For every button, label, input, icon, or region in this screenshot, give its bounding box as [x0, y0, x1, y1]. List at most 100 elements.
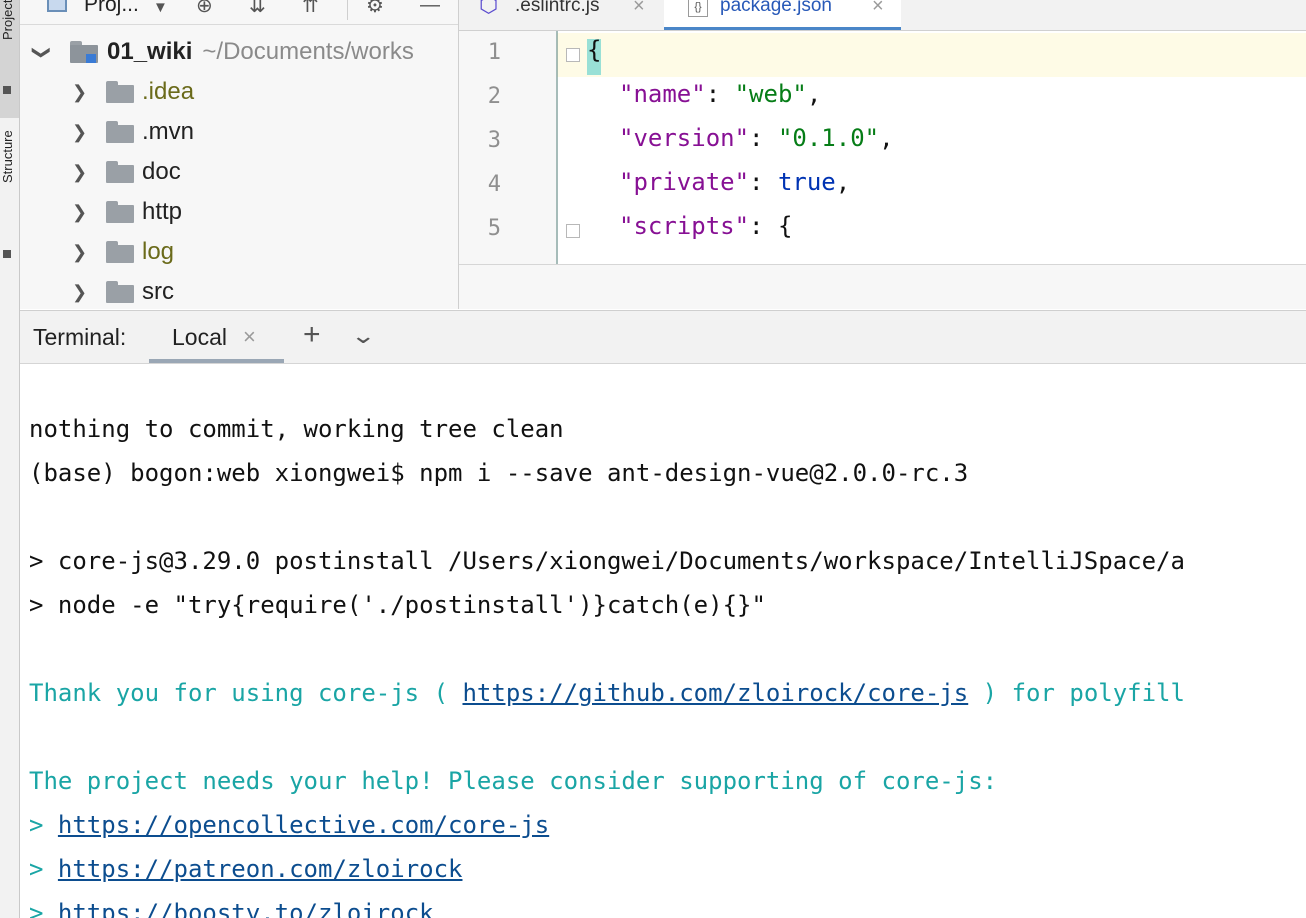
project-view-icon	[47, 0, 67, 12]
project-toolbar: Proj... ▼ ⊕ ⇊ ⇈ ⚙ —	[20, 0, 458, 25]
module-folder-icon	[70, 41, 98, 63]
tree-item[interactable]: ❯ .idea	[20, 72, 458, 112]
expand-all-icon[interactable]: ⇊	[249, 0, 266, 17]
support-line: > https://patreon.com/zloirock	[29, 855, 462, 883]
chevron-right-icon[interactable]: ❯	[72, 282, 87, 303]
json-value: {	[777, 212, 793, 240]
terminal-panel: Terminal: Local × + ⌄ nothing to commit,…	[20, 310, 1306, 918]
code-line: "private": true,	[619, 168, 850, 196]
tree-item-label: .mvn	[142, 118, 195, 145]
tool-window-strip: Project Structure	[0, 0, 20, 918]
folder-icon	[106, 81, 134, 103]
json-key: "name"	[619, 80, 706, 108]
code-open-brace: {	[587, 36, 602, 64]
tree-item-label: http	[142, 198, 183, 225]
boosty-link[interactable]: https://boosty.to/zloirock	[58, 899, 434, 918]
json-colon: :	[749, 212, 778, 240]
toolbar-divider	[347, 0, 348, 20]
project-panel: Proj... ▼ ⊕ ⇊ ⇈ ⚙ — ❯ 01_wiki ~/Documents…	[20, 0, 459, 309]
folder-icon	[106, 281, 134, 303]
code-line: "name": "web",	[619, 80, 821, 108]
json-comma: ,	[806, 80, 822, 108]
hide-panel-icon[interactable]: —	[420, 0, 440, 16]
tab-eslintrc[interactable]: ⬡ .eslintrc.js ×	[459, 0, 664, 30]
opencollective-link[interactable]: https://opencollective.com/core-js	[58, 811, 549, 839]
chevron-down-icon[interactable]: ❯	[31, 44, 52, 59]
patreon-link[interactable]: https://patreon.com/zloirock	[58, 855, 463, 883]
fold-marker-icon[interactable]	[566, 224, 580, 238]
terminal-line: > node -e "try{require('./postinstall')}…	[29, 591, 766, 619]
line-number: 3	[487, 128, 501, 153]
chevron-down-icon[interactable]: ⌄	[350, 323, 376, 349]
tab-package-json[interactable]: {} package.json ×	[664, 0, 901, 30]
new-terminal-plus-icon[interactable]: +	[303, 318, 321, 352]
editor-area: ⬡ .eslintrc.js × {} package.json × 1 2 3 4 5…	[459, 0, 1306, 309]
support-prompt: >	[29, 855, 58, 883]
terminal-tab-local[interactable]: Local ×	[149, 311, 284, 363]
tree-item[interactable]: ❯ http	[20, 192, 458, 232]
json-file-icon: {}	[688, 0, 708, 17]
close-icon[interactable]: ×	[243, 324, 256, 350]
terminal-line: (base) bogon:web xiongwei$ npm i --save …	[29, 459, 969, 487]
support-line: > https://opencollective.com/core-js	[29, 811, 549, 839]
terminal-tab-label: Local	[172, 324, 227, 350]
tree-root-row[interactable]: ❯ 01_wiki ~/Documents/works	[20, 32, 458, 72]
project-tool-tab[interactable]: Project	[0, 0, 19, 118]
chevron-right-icon[interactable]: ❯	[72, 162, 87, 183]
root-folder-name: 01_wiki	[107, 38, 193, 65]
structure-tool-tab[interactable]: Structure	[0, 130, 19, 270]
project-tool-icon	[3, 86, 11, 94]
fold-marker-icon[interactable]	[566, 48, 580, 62]
tree-item[interactable]: ❯ log	[20, 232, 458, 272]
tree-item[interactable]: ❯ doc	[20, 152, 458, 192]
structure-tool-tab-label: Structure	[0, 130, 15, 183]
current-line-highlight	[557, 33, 1306, 77]
root-folder-path: ~/Documents/works	[202, 38, 414, 65]
terminal-line: > core-js@3.29.0 postinstall /Users/xion…	[29, 547, 1185, 575]
gutter-separator	[556, 31, 558, 264]
json-key: "version"	[619, 124, 750, 152]
line-number: 4	[487, 172, 501, 197]
chevron-right-icon[interactable]: ❯	[72, 122, 87, 143]
terminal-line: nothing to commit, working tree clean	[29, 415, 564, 443]
json-value: true	[777, 168, 836, 196]
tree-item-label: log	[142, 238, 175, 265]
chevron-right-icon[interactable]: ❯	[72, 82, 87, 103]
editor-tab-bar: ⬡ .eslintrc.js × {} package.json ×	[459, 0, 1306, 31]
core-js-github-link[interactable]: https://github.com/zloirock/core-js	[462, 679, 968, 707]
editor-breadcrumb-bar	[459, 264, 1306, 309]
project-tool-tab-label: Project	[0, 0, 15, 41]
tree-item-label: src	[142, 278, 174, 305]
folder-icon	[106, 161, 134, 183]
tree-item-label: doc	[142, 158, 181, 185]
folder-icon	[106, 121, 134, 143]
gear-icon[interactable]: ⚙	[366, 0, 384, 17]
chevron-right-icon[interactable]: ❯	[72, 242, 87, 263]
json-colon: :	[749, 168, 778, 196]
dropdown-arrow-icon[interactable]: ▼	[153, 0, 168, 18]
support-line: > https://boosty.to/zloirock	[29, 899, 434, 918]
thanks-prefix: Thank you for using core-js (	[29, 679, 463, 707]
chevron-right-icon[interactable]: ❯	[72, 202, 87, 223]
tab-package-json-label: package.json	[720, 0, 832, 16]
close-icon[interactable]: ×	[633, 0, 645, 18]
thanks-suffix: ) for polyfill	[968, 679, 1185, 707]
json-comma: ,	[835, 168, 851, 196]
tree-item[interactable]: ❯ src	[20, 272, 458, 309]
tree-root-label: 01_wiki ~/Documents/works	[107, 38, 414, 66]
support-prompt: >	[29, 811, 58, 839]
terminal-header: Terminal: Local × + ⌄	[20, 310, 1306, 364]
locate-file-icon[interactable]: ⊕	[196, 0, 213, 17]
code-line: {	[587, 36, 601, 64]
json-comma: ,	[879, 124, 894, 152]
json-key: "scripts"	[619, 212, 750, 240]
json-colon: :	[749, 124, 778, 152]
terminal-help-line: The project needs your help! Please cons…	[29, 767, 998, 795]
eslint-icon: ⬡	[479, 0, 499, 17]
folder-icon	[106, 201, 134, 223]
close-icon[interactable]: ×	[872, 0, 884, 18]
tree-item-label: .idea	[142, 78, 195, 105]
tree-item[interactable]: ❯ .mvn	[20, 112, 458, 152]
project-view-selector[interactable]: Proj...	[84, 0, 139, 17]
collapse-all-icon[interactable]: ⇈	[302, 0, 319, 17]
